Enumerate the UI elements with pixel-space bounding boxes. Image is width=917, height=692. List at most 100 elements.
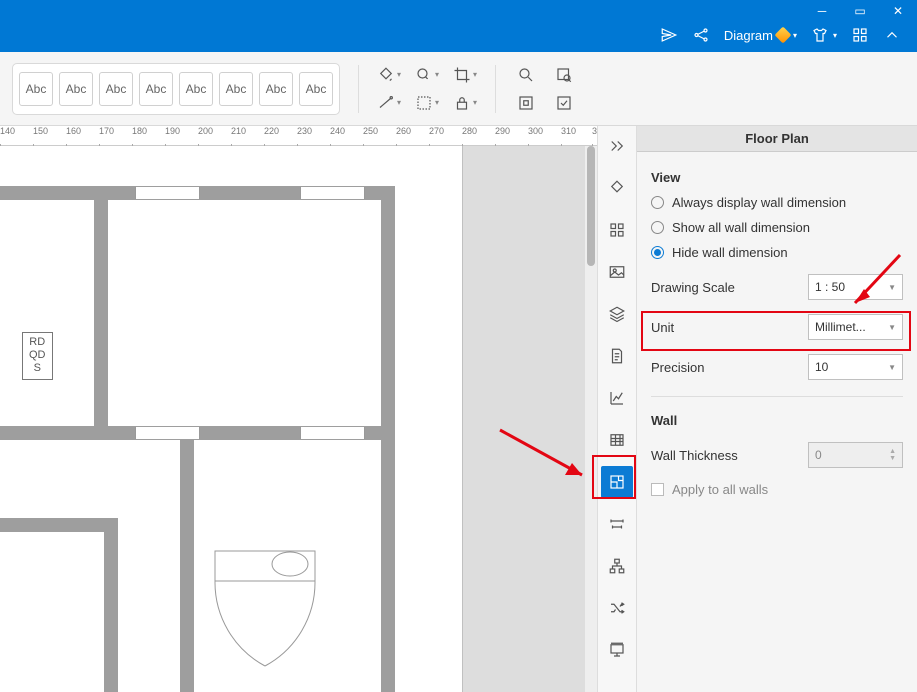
layers-icon[interactable] bbox=[601, 298, 633, 330]
properties-panel: Floor Plan View Always display wall dime… bbox=[637, 126, 917, 692]
precision-row: Precision 10 ▼ bbox=[651, 354, 903, 380]
chevron-down-icon: ▼ bbox=[888, 323, 896, 332]
drawing-scale-row: Drawing Scale 1 : 50 ▼ bbox=[651, 274, 903, 300]
grid-icon[interactable] bbox=[601, 214, 633, 246]
precision-label: Precision bbox=[651, 360, 808, 375]
shadow-icon[interactable]: ▾ bbox=[415, 65, 439, 85]
radio-label: Show all wall dimension bbox=[672, 220, 810, 235]
crop-icon[interactable]: ▾ bbox=[453, 65, 477, 85]
ruler-tick: 210 bbox=[231, 126, 246, 136]
scrollbar-vertical[interactable] bbox=[585, 146, 597, 692]
fill-icon[interactable]: ▾ bbox=[377, 65, 401, 85]
select-value: Millimet... bbox=[815, 320, 866, 334]
send-icon[interactable] bbox=[660, 26, 678, 44]
ruler-horizontal: 140 150 160 170 180 190 200 210 220 230 … bbox=[0, 126, 597, 146]
gem-icon bbox=[774, 27, 791, 44]
share-icon[interactable] bbox=[692, 26, 710, 44]
radio-always-display[interactable]: Always display wall dimension bbox=[651, 195, 903, 210]
radio-label: Always display wall dimension bbox=[672, 195, 846, 210]
titlebar: ─ ▭ ✕ Diagram ▾ ▾ bbox=[0, 0, 917, 52]
ruler-tick: 230 bbox=[297, 126, 312, 136]
select-value: 1 : 50 bbox=[815, 280, 845, 294]
style-gallery[interactable]: Abc Abc Abc Abc Abc Abc Abc Abc bbox=[12, 63, 340, 115]
ruler-tick: 170 bbox=[99, 126, 114, 136]
ruler-tick: 150 bbox=[33, 126, 48, 136]
page-icon[interactable] bbox=[601, 340, 633, 372]
dimension-icon[interactable] bbox=[601, 508, 633, 540]
style-swatch[interactable]: Abc bbox=[219, 72, 253, 106]
ruler-tick: 260 bbox=[396, 126, 411, 136]
spinner-icon: ▲▼ bbox=[889, 448, 896, 462]
checkbox-icon bbox=[651, 483, 664, 496]
canvas-offpage bbox=[463, 146, 597, 692]
unit-label: Unit bbox=[651, 320, 808, 335]
divider bbox=[651, 396, 903, 397]
ruler-tick: 300 bbox=[528, 126, 543, 136]
chart-icon[interactable] bbox=[601, 382, 633, 414]
spellcheck-icon[interactable] bbox=[552, 93, 576, 113]
apply-all-checkbox[interactable]: Apply to all walls bbox=[651, 482, 903, 497]
ruler-tick: 200 bbox=[198, 126, 213, 136]
find-replace-icon[interactable] bbox=[552, 65, 576, 85]
collapse-icon[interactable] bbox=[883, 26, 901, 44]
view-section-title: View bbox=[651, 170, 903, 185]
image-icon[interactable] bbox=[601, 256, 633, 288]
drawing-scale-label: Drawing Scale bbox=[651, 280, 808, 295]
lock-icon[interactable]: ▾ bbox=[453, 93, 477, 113]
style-swatch[interactable]: Abc bbox=[259, 72, 293, 106]
shuffle-icon[interactable] bbox=[601, 592, 633, 624]
format-group: ▾ ▾ ▾ ▾ ▾ ▾ bbox=[377, 65, 477, 113]
drawing-scale-select[interactable]: 1 : 50 ▼ bbox=[808, 274, 903, 300]
apps-icon[interactable] bbox=[851, 26, 869, 44]
radio-icon bbox=[651, 196, 664, 209]
style-swatch[interactable]: Abc bbox=[59, 72, 93, 106]
floorplan-icon[interactable] bbox=[601, 466, 633, 498]
style-swatch[interactable]: Abc bbox=[19, 72, 53, 106]
ruler-tick: 320 bbox=[592, 126, 597, 136]
expand-panel-icon[interactable] bbox=[601, 130, 633, 162]
separator bbox=[358, 65, 359, 113]
room-label[interactable]: RD QD S bbox=[22, 332, 53, 380]
ruler-tick: 290 bbox=[495, 126, 510, 136]
checkbox-label: Apply to all walls bbox=[672, 482, 768, 497]
ruler-tick: 250 bbox=[363, 126, 378, 136]
radio-show-all[interactable]: Show all wall dimension bbox=[651, 220, 903, 235]
precision-select[interactable]: 10 ▼ bbox=[808, 354, 903, 380]
radio-hide[interactable]: Hide wall dimension bbox=[651, 245, 903, 260]
radio-icon bbox=[651, 246, 664, 259]
wall-thickness-label: Wall Thickness bbox=[651, 448, 808, 463]
minimize-button[interactable]: ─ bbox=[803, 0, 841, 22]
ruler-tick: 270 bbox=[429, 126, 444, 136]
fill-tool-icon[interactable] bbox=[601, 172, 633, 204]
line-icon[interactable]: ▾ bbox=[377, 93, 401, 113]
unit-select[interactable]: Millimet... ▼ bbox=[808, 314, 903, 340]
select-value: 10 bbox=[815, 360, 828, 374]
presentation-icon[interactable] bbox=[601, 634, 633, 666]
hierarchy-icon[interactable] bbox=[601, 550, 633, 582]
canvas-page[interactable] bbox=[0, 146, 463, 692]
chevron-down-icon: ▼ bbox=[888, 363, 896, 372]
wall-thickness-row: Wall Thickness 0 ▲▼ bbox=[651, 442, 903, 468]
ruler-tick: 280 bbox=[462, 126, 477, 136]
style-swatch[interactable]: Abc bbox=[299, 72, 333, 106]
room-label-line: QD bbox=[29, 349, 46, 362]
outline-icon[interactable]: ▾ bbox=[415, 93, 439, 113]
tshirt-icon[interactable]: ▾ bbox=[811, 26, 837, 44]
close-button[interactable]: ✕ bbox=[879, 0, 917, 22]
table-icon[interactable] bbox=[601, 424, 633, 456]
room-label-line: RD bbox=[29, 336, 46, 349]
ruler-tick: 310 bbox=[561, 126, 576, 136]
wall-thickness-input[interactable]: 0 ▲▼ bbox=[808, 442, 903, 468]
scrollbar-thumb[interactable] bbox=[587, 146, 595, 266]
window-buttons: ─ ▭ ✕ bbox=[803, 0, 917, 22]
diagram-menu[interactable]: Diagram ▾ bbox=[724, 28, 797, 43]
style-swatch[interactable]: Abc bbox=[179, 72, 213, 106]
wall-section-title: Wall bbox=[651, 413, 903, 428]
style-swatch[interactable]: Abc bbox=[99, 72, 133, 106]
canvas-area[interactable]: 140 150 160 170 180 190 200 210 220 230 … bbox=[0, 126, 597, 692]
maximize-button[interactable]: ▭ bbox=[841, 0, 879, 22]
search-icon[interactable] bbox=[514, 65, 538, 85]
input-value: 0 bbox=[815, 448, 822, 462]
style-swatch[interactable]: Abc bbox=[139, 72, 173, 106]
focus-icon[interactable] bbox=[514, 93, 538, 113]
